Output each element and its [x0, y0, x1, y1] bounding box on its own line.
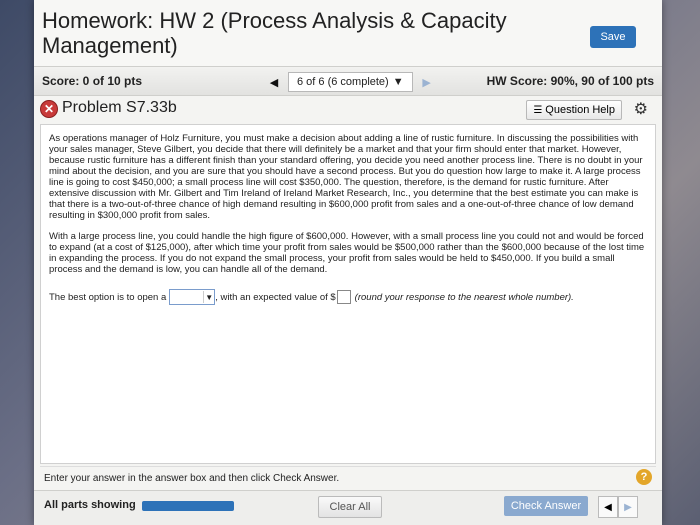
clear-all-button[interactable]: Clear All — [318, 496, 382, 518]
problem-bar: ✕ Problem S7.33b ☰ Question Help ⚙ — [34, 96, 662, 124]
instruction-text: Enter your answer in the answer box and … — [44, 473, 340, 484]
question-paragraph-1: As operations manager of Holz Furniture,… — [49, 133, 643, 221]
question-nav: ◀ 6 of 6 (6 complete) ▼ ▶ — [266, 72, 435, 92]
check-answer-button[interactable]: Check Answer — [504, 496, 588, 516]
question-paragraph-2: With a large process line, you could han… — [49, 231, 645, 275]
expected-value-input[interactable] — [336, 290, 351, 304]
answer-prefix: The best option is to open a — [49, 291, 167, 303]
hw-score-label: HW Score: 90%, 90 of 100 pts — [487, 74, 654, 88]
answer-line: The best option is to open a ▼ , with an… — [49, 289, 647, 305]
question-help-label: Question Help — [545, 104, 615, 116]
option-dropdown[interactable]: ▼ — [169, 289, 216, 305]
problem-title: Problem S7.33b — [62, 99, 177, 116]
bottom-bar: All parts showing Clear All Check Answer… — [34, 490, 662, 525]
header: Homework: HW 2 (Process Analysis & Capac… — [34, 0, 662, 68]
x-circle-icon: ✕ — [40, 100, 58, 118]
question-help-button[interactable]: ☰ Question Help — [526, 100, 622, 120]
score-text: Score: 0 of 10 pts — [42, 74, 143, 88]
chevron-down-icon: ▼ — [203, 291, 214, 303]
save-button[interactable]: Save — [590, 26, 636, 48]
chevron-down-icon: ▼ — [392, 76, 404, 88]
previous-question-icon[interactable]: ◀ — [266, 74, 282, 90]
parts-progress-bar — [142, 501, 234, 511]
question-content: As operations manager of Holz Furniture,… — [40, 124, 656, 464]
bottom-nav: ◀ ▶ — [598, 496, 638, 518]
question-selector[interactable]: 6 of 6 (6 complete) ▼ — [288, 72, 413, 92]
hw-score-text: HW Score: 90%, 90 of 100 pts — [486, 74, 654, 88]
instruction-bar: Enter your answer in the answer box and … — [40, 466, 656, 489]
question-mark-icon[interactable]: ? — [636, 469, 652, 485]
next-icon[interactable]: ▶ — [618, 496, 638, 518]
list-icon: ☰ — [533, 104, 543, 116]
homework-window: Homework: HW 2 (Process Analysis & Capac… — [34, 0, 662, 525]
question-position: 6 of 6 (6 complete) — [297, 76, 389, 88]
score-label: Score: 0 of 10 pts — [42, 74, 142, 88]
progress-fill — [142, 501, 234, 511]
next-question-icon[interactable]: ▶ — [419, 74, 435, 90]
score-bar: Score: 0 of 10 pts ◀ 6 of 6 (6 complete)… — [34, 66, 662, 96]
answer-suffix: (round your response to the nearest whol… — [354, 291, 574, 303]
page-title: Homework: HW 2 (Process Analysis & Capac… — [42, 8, 507, 58]
answer-middle: , with an expected value of $ — [215, 291, 336, 303]
gear-icon[interactable]: ⚙ — [634, 99, 648, 119]
previous-icon[interactable]: ◀ — [598, 496, 618, 518]
all-parts-label: All parts showing — [44, 499, 136, 511]
